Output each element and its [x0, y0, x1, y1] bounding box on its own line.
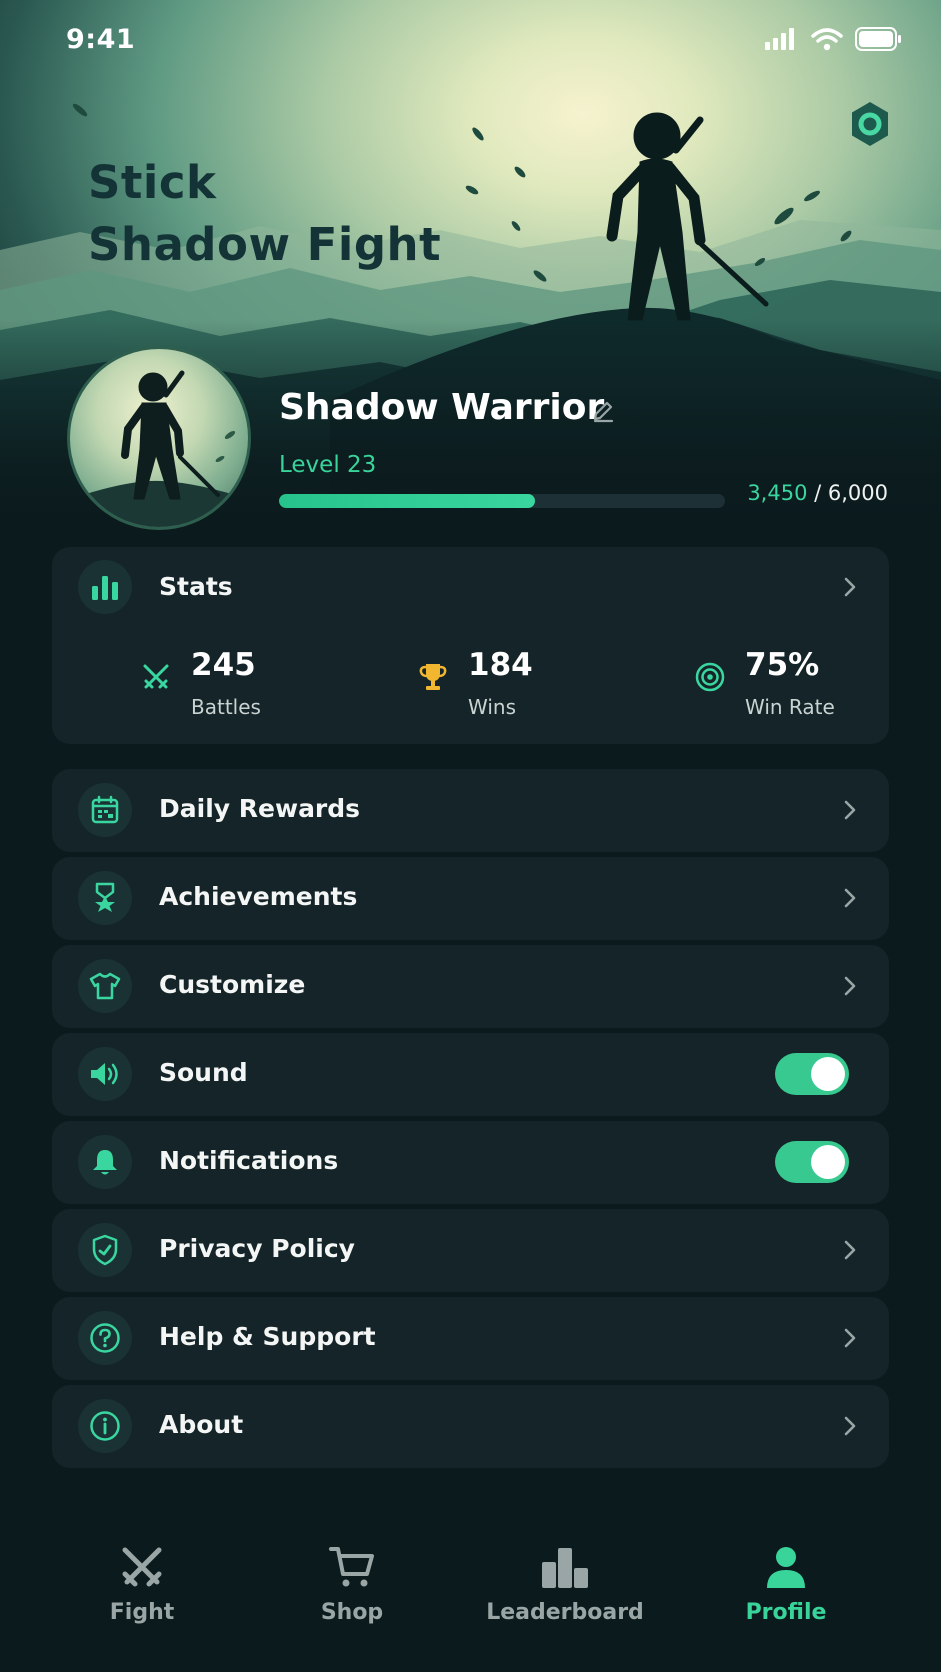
question-circle-icon	[90, 1323, 120, 1353]
person-icon	[767, 1547, 805, 1588]
xp-progress-bar	[279, 494, 725, 508]
privacy-icon-wrap	[78, 1223, 132, 1277]
nav-label-shop: Shop	[320, 1600, 384, 1625]
sound-toggle[interactable]	[775, 1053, 849, 1095]
nav-label-profile: Profile	[745, 1600, 827, 1625]
help-support-label: Help & Support	[159, 1322, 376, 1351]
notifications-toggle[interactable]	[775, 1141, 849, 1183]
xp-separator: /	[807, 481, 828, 505]
nav-label-fight: Fight	[109, 1600, 175, 1625]
menu-item-daily-rewards[interactable]: Daily Rewards	[52, 769, 889, 852]
sound-label: Sound	[159, 1058, 248, 1087]
stat-battles-value: 245	[191, 647, 256, 683]
xp-current: 3,450	[747, 481, 808, 505]
podium-icon	[542, 1548, 588, 1588]
status-icons	[765, 27, 901, 51]
xp-max: 6,000	[827, 481, 888, 505]
avatar-warrior-image	[70, 370, 248, 527]
xp-progress-fill	[279, 494, 536, 508]
game-title-line1: Stick	[88, 156, 217, 209]
crossed-swords-icon	[122, 1547, 162, 1587]
notifications-toggle-knob	[811, 1145, 845, 1179]
target-icon	[695, 662, 725, 692]
nav-tab-fight[interactable]: Fight	[62, 1544, 222, 1644]
info-circle-icon	[90, 1411, 120, 1441]
chevron-right-icon	[844, 1328, 856, 1348]
settings-button[interactable]	[848, 100, 892, 148]
bottom-nav: Fight Shop Leaderboard Profile	[0, 1504, 941, 1672]
nav-tab-shop[interactable]: Shop	[272, 1544, 432, 1644]
trophy-icon	[419, 664, 447, 690]
stat-wins-label: Wins	[468, 695, 516, 719]
chevron-right-icon	[844, 1416, 856, 1436]
chevron-right-icon	[844, 1240, 856, 1260]
speaker-icon	[91, 1063, 118, 1085]
notifications-icon-wrap	[78, 1135, 132, 1189]
calendar-icon	[91, 795, 119, 824]
medal-icon	[95, 882, 115, 912]
menu-item-achievements[interactable]: Achievements	[52, 857, 889, 940]
stat-wins-value: 184	[468, 647, 533, 683]
menu-item-customize[interactable]: Customize	[52, 945, 889, 1028]
about-icon-wrap	[78, 1399, 132, 1453]
stats-title: Stats	[159, 572, 233, 601]
nav-tab-leaderboard[interactable]: Leaderboard	[485, 1544, 645, 1644]
bar-chart-icon	[92, 576, 118, 600]
notifications-label: Notifications	[159, 1146, 339, 1175]
chevron-right-icon	[844, 888, 856, 908]
stat-win-rate-value: 75%	[745, 647, 820, 683]
chevron-right-icon	[844, 577, 856, 597]
wifi-icon	[811, 28, 843, 51]
player-level: Level 23	[279, 452, 377, 478]
chevron-right-icon	[844, 976, 856, 996]
stats-card[interactable]: Stats 245 Battles 184 Wins 75% Win Rate	[52, 547, 889, 744]
menu-item-privacy-policy[interactable]: Privacy Policy	[52, 1209, 889, 1292]
daily-rewards-label: Daily Rewards	[159, 794, 361, 823]
bell-icon	[93, 1150, 117, 1175]
player-name: Shadow Warrior	[279, 387, 605, 428]
battery-icon	[855, 27, 901, 51]
tshirt-icon	[89, 972, 121, 1000]
achievements-label: Achievements	[159, 882, 358, 911]
privacy-policy-label: Privacy Policy	[159, 1234, 355, 1263]
customize-icon-wrap	[78, 959, 132, 1013]
menu-item-notifications: Notifications	[52, 1121, 889, 1204]
stats-icon-wrap	[78, 560, 132, 614]
menu-item-sound: Sound	[52, 1033, 889, 1116]
avatar[interactable]	[67, 346, 251, 530]
sound-toggle-knob	[811, 1057, 845, 1091]
help-icon-wrap	[78, 1311, 132, 1365]
crossed-swords-icon	[143, 664, 169, 689]
shield-icon	[92, 1234, 118, 1266]
stat-battles-label: Battles	[191, 695, 261, 719]
achievements-icon-wrap	[78, 871, 132, 925]
menu-item-help-support[interactable]: Help & Support	[52, 1297, 889, 1380]
customize-label: Customize	[159, 970, 306, 999]
about-label: About	[159, 1410, 244, 1439]
nav-tab-profile[interactable]: Profile	[706, 1544, 866, 1644]
pencil-icon	[593, 401, 614, 423]
nav-label-leaderboard: Leaderboard	[486, 1600, 644, 1625]
game-title-line2: Shadow Fight	[88, 218, 442, 271]
daily-rewards-icon-wrap	[78, 783, 132, 837]
status-time: 9:41	[66, 24, 136, 55]
chevron-right-icon	[844, 800, 856, 820]
menu-item-about[interactable]: About	[52, 1385, 889, 1468]
gear-icon	[852, 102, 888, 146]
cart-icon	[329, 1547, 374, 1587]
stat-win-rate-label: Win Rate	[745, 695, 835, 719]
edit-name-button[interactable]	[590, 398, 616, 424]
xp-text: 3,450 / 6,000	[747, 481, 888, 505]
game-title: Stick Shadow Fight	[88, 152, 441, 276]
sound-icon-wrap	[78, 1047, 132, 1101]
signal-icon	[765, 28, 794, 50]
